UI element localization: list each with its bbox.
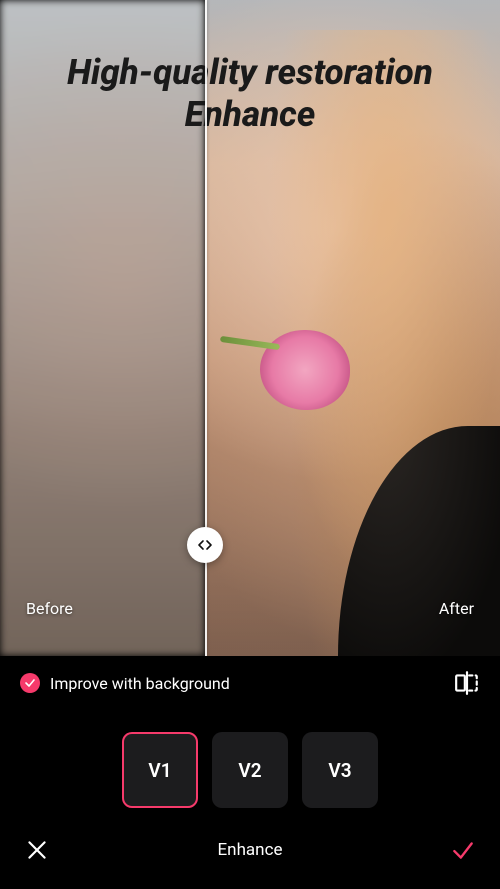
version-button-v3[interactable]: V3: [302, 732, 378, 808]
background-option-toggle[interactable]: Improve with background: [20, 673, 230, 693]
headline-line1: High-quality restoration: [20, 52, 480, 94]
version-selector: V1 V2 V3: [0, 732, 500, 808]
option-row: Improve with background: [0, 656, 500, 696]
headline: High-quality restoration Enhance: [0, 52, 500, 136]
controls-panel: Improve with background V1 V2 V3: [0, 656, 500, 889]
comparison-image-area: High-quality restoration Enhance Before …: [0, 0, 500, 656]
comparison-drag-handle[interactable]: [187, 527, 223, 563]
drag-arrows-icon: [197, 537, 213, 553]
version-button-v1[interactable]: V1: [122, 732, 198, 808]
confirm-button[interactable]: [450, 837, 476, 863]
compare-button[interactable]: [454, 670, 480, 696]
after-image-detail: [260, 330, 350, 410]
bottom-bar: Enhance: [0, 821, 500, 889]
close-icon: [24, 837, 50, 863]
version-label: V2: [238, 759, 261, 782]
headline-line2: Enhance: [20, 94, 480, 136]
background-option-label: Improve with background: [50, 674, 230, 693]
footer-title: Enhance: [218, 840, 283, 860]
checkmark-icon: [450, 837, 476, 863]
version-label: V1: [148, 759, 171, 782]
after-label: After: [439, 599, 474, 618]
check-icon: [20, 673, 40, 693]
version-label: V3: [328, 759, 351, 782]
before-label: Before: [26, 599, 73, 618]
cancel-button[interactable]: [24, 837, 50, 863]
version-button-v2[interactable]: V2: [212, 732, 288, 808]
compare-icon: [454, 670, 480, 696]
